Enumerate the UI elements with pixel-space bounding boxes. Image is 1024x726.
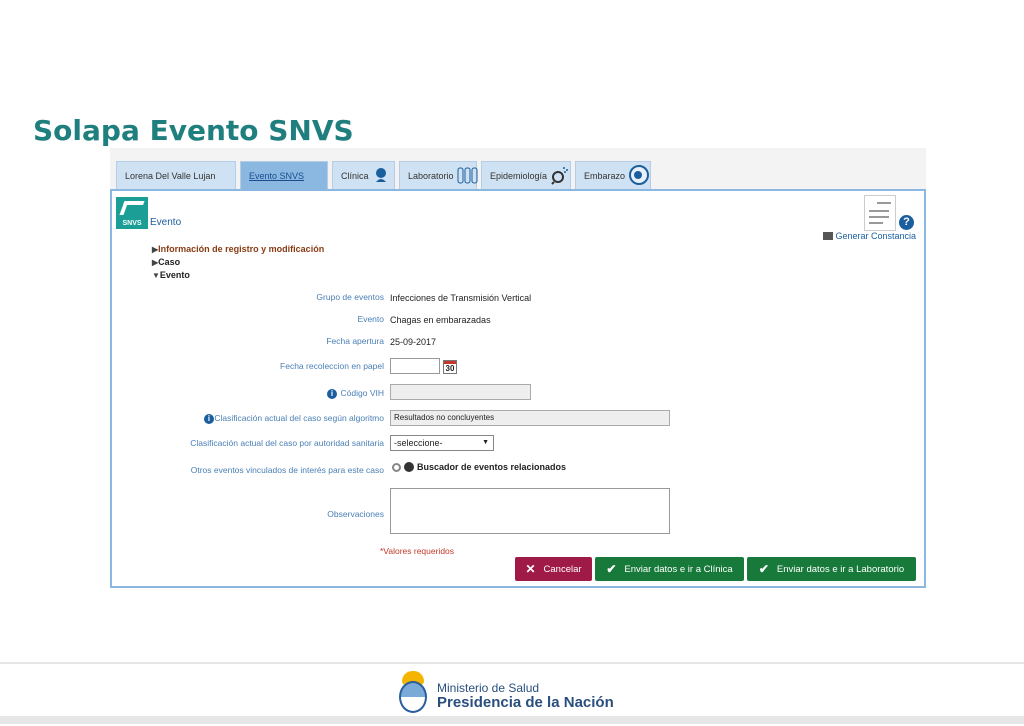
fetus-icon <box>628 164 650 188</box>
presidency-name: Presidencia de la Nación <box>437 694 614 711</box>
required-note: *Valores requeridos <box>380 546 455 556</box>
tree-item-evento[interactable]: ▼Evento <box>152 270 190 280</box>
footer-bar <box>0 716 1024 724</box>
grupo-eventos-value: Infecciones de Transmisión Vertical <box>390 293 532 303</box>
fecha-recoleccion-label: Fecha recoleccion en papel <box>280 361 384 371</box>
argentina-seal-icon <box>396 671 430 715</box>
printer-icon <box>823 232 834 240</box>
generate-constancia-label: Generar Constancia <box>835 231 916 241</box>
observaciones-textarea[interactable] <box>390 488 670 534</box>
help-icon[interactable]: ? <box>899 215 914 230</box>
codigo-vih-input[interactable] <box>390 384 531 400</box>
select-value: -seleccione- <box>394 438 443 448</box>
logo-text: SNVS <box>122 220 142 227</box>
clasif-algoritmo-label: Clasificación actual del caso según algo… <box>214 413 384 423</box>
tab-evento-snvs[interactable]: Evento SNVS <box>240 161 328 189</box>
clasif-autoridad-label: Clasificación actual del caso por autori… <box>190 438 384 448</box>
stethoscope-icon <box>372 166 390 186</box>
enviar-clinica-label: Enviar datos e ir a Clínica <box>624 563 733 575</box>
tab-epidemiologia[interactable]: Epidemiología <box>481 161 571 189</box>
bird-icon <box>119 201 145 215</box>
tree-item-info-registro[interactable]: ▶Información de registro y modificación <box>152 244 324 254</box>
magnifier-icon <box>550 165 570 187</box>
snvs-logo: SNVS <box>116 197 148 229</box>
evento-label: Evento <box>357 314 384 324</box>
fecha-apertura-label: Fecha apertura <box>326 336 384 346</box>
codigo-vih-label: Código VIH <box>340 388 384 398</box>
tree-item-caso[interactable]: ▶Caso <box>152 257 180 267</box>
form-icon[interactable] <box>864 195 896 231</box>
app-window: Lorena Del Valle Lujan Evento SNVS Clíni… <box>110 148 926 588</box>
check-icon: ✔ <box>606 562 617 576</box>
enviar-laboratorio-label: Enviar datos e ir a Laboratorio <box>776 563 905 575</box>
ministry-name: Ministerio de Salud <box>437 681 540 695</box>
tab-label: Clínica <box>341 170 369 181</box>
tab-bar: Lorena Del Valle Lujan Evento SNVS Clíni… <box>110 148 926 190</box>
check-icon: ✔ <box>758 562 769 576</box>
tab-label: Lorena Del Valle Lujan <box>125 170 216 181</box>
fecha-recoleccion-input[interactable] <box>390 358 440 374</box>
buscador-eventos-label: Buscador de eventos relacionados <box>417 462 567 472</box>
cancel-label: Cancelar <box>543 563 582 575</box>
tree-item-label: Caso <box>158 257 181 267</box>
tab-patient[interactable]: Lorena Del Valle Lujan <box>116 161 236 189</box>
dropdown-arrow-icon: ▼ <box>482 439 489 446</box>
fecha-apertura-value: 25-09-2017 <box>390 337 437 347</box>
otros-eventos-label: Otros eventos vinculados de interés para… <box>190 465 384 475</box>
enviar-laboratorio-button[interactable]: ✔ Enviar datos e ir a Laboratorio <box>747 557 916 581</box>
tab-label: Evento SNVS <box>249 170 305 181</box>
caret-down-icon: ▼ <box>152 271 160 280</box>
clock-icon <box>404 462 414 472</box>
generate-constancia-link[interactable]: Generar Constancia <box>823 231 916 241</box>
evento-panel: SNVS Evento ? Generar Constancia ▶Inform… <box>110 189 926 588</box>
observaciones-label: Observaciones <box>327 509 384 519</box>
grupo-eventos-label: Grupo de eventos <box>316 292 384 302</box>
search-icon <box>392 462 401 472</box>
tab-label: Epidemiología <box>490 170 548 181</box>
evento-value: Chagas en embarazadas <box>390 315 491 325</box>
tree-item-label: Evento <box>159 270 190 280</box>
buscador-eventos-link[interactable]: Buscador de eventos relacionados <box>392 462 566 472</box>
tab-embarazo[interactable]: Embarazo <box>575 161 651 189</box>
tree-item-label: Información de registro y modificación <box>158 244 325 254</box>
panel-title: Evento <box>150 217 182 228</box>
tab-label: Laboratorio <box>408 170 454 181</box>
x-icon: ✕ <box>525 562 536 576</box>
enviar-clinica-button[interactable]: ✔ Enviar datos e ir a Clínica <box>595 557 744 581</box>
tab-laboratorio[interactable]: Laboratorio <box>399 161 479 189</box>
tab-label: Embarazo <box>584 170 626 181</box>
tab-clinica[interactable]: Clínica <box>332 161 395 189</box>
clasif-autoridad-select[interactable]: -seleccione- ▼ <box>390 435 494 451</box>
test-tubes-icon <box>457 166 479 186</box>
slide-title: Solapa Evento SNVS <box>33 114 354 147</box>
cancel-button[interactable]: ✕ Cancelar <box>515 557 592 581</box>
calendar-icon[interactable]: 30 <box>443 360 457 374</box>
clasif-algoritmo-input[interactable]: Resultados no concluyentes <box>390 410 670 426</box>
